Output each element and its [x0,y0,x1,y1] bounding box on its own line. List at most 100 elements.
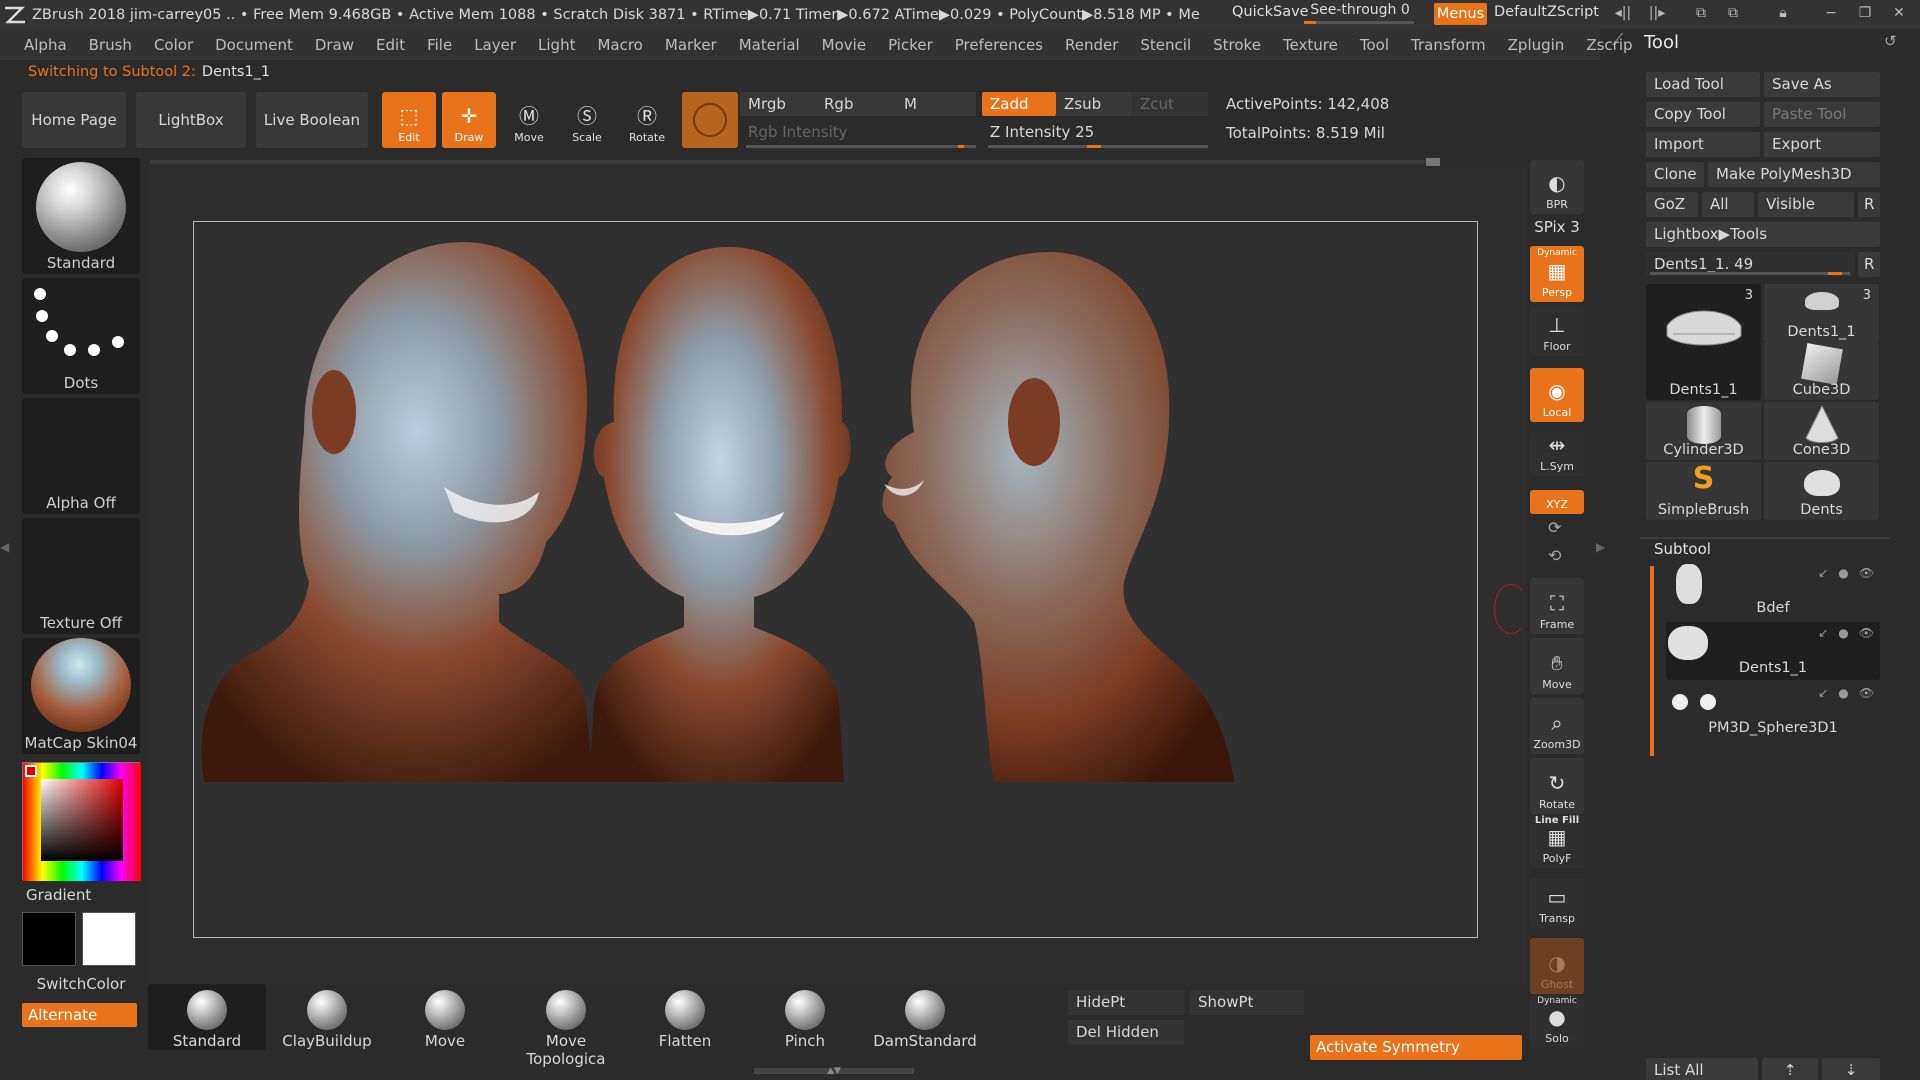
tool-pin-icon[interactable]: ⟋ [1612,30,1623,50]
home-page-button[interactable]: Home Page [22,92,126,148]
activate-symmetry-button[interactable]: Activate Symmetry [1310,1035,1522,1060]
del-hidden-button[interactable]: Del Hidden [1068,1020,1184,1045]
shelf-scroll-handle[interactable]: ▲▼ [754,1067,914,1076]
move-mode-button[interactable]: Ⓜ Move [502,92,556,148]
load-tool-button[interactable]: Load Tool [1646,72,1760,97]
subtool-title[interactable]: Subtool [1654,540,1711,558]
zadd-button[interactable]: Zadd [982,92,1056,116]
mrgb-button[interactable]: Mrgb [740,92,816,116]
menu-transform[interactable]: Transform [1411,36,1486,54]
live-boolean-button[interactable]: Live Boolean [256,92,368,148]
brush-move-topological[interactable]: Move Topologica [506,984,626,1068]
close-icon[interactable]: ✕ [1888,5,1910,23]
rotate-z-axis-icon[interactable]: ⟲ [1548,546,1561,565]
saturation-square[interactable] [41,779,123,861]
rgb-intensity-track[interactable] [746,145,976,148]
brush-move[interactable]: Move [386,984,504,1050]
ghost-button[interactable]: ◑ Ghost [1530,938,1584,994]
subtool-row-dents1-1[interactable]: ↙ ● 👁︎ Dents1_1 [1666,622,1880,680]
brush-damstandard[interactable]: DamStandard [866,984,984,1050]
export-button[interactable]: Export [1764,132,1880,157]
move-up-icon[interactable]: ⇡ [1762,1058,1818,1080]
m-button[interactable]: M [896,92,976,116]
scale-mode-button[interactable]: Ⓢ Scale [560,92,614,148]
hidept-button[interactable]: HidePt [1068,990,1184,1015]
persp-button[interactable]: Dynamic ▦ Persp [1530,246,1584,302]
subtool-arrow-icon[interactable]: ↙ [1818,686,1828,700]
tool-thumb-cylinder3d[interactable]: Cylinder3D [1646,402,1761,460]
menu-stroke[interactable]: Stroke [1213,36,1261,54]
brush-claybuildup[interactable]: ClayBuildup [268,984,386,1050]
rgb-intensity-slider[interactable]: Rgb Intensity [740,120,976,144]
rotate-mode-button[interactable]: Ⓡ Rotate [620,92,674,148]
menu-stencil[interactable]: Stencil [1140,36,1191,54]
goz-button[interactable]: GoZ [1646,192,1698,217]
lsym-button[interactable]: ⇹ L.Sym [1530,432,1584,476]
tool-thumb-dents1-1-small[interactable]: 3 Dents1_1 [1764,284,1879,342]
floor-button[interactable]: ⊥ Floor [1530,306,1584,356]
tool-thumb-simplebrush[interactable]: S SimpleBrush [1646,462,1761,520]
menu-preferences[interactable]: Preferences [955,36,1043,54]
visibility-eye-icon[interactable]: 👁︎ [1859,626,1874,640]
tool-thumb-dents[interactable]: Dents [1764,462,1879,520]
edit-mode-button[interactable]: ⬚ Edit [382,92,436,148]
rotate-view-button[interactable]: ↻ Rotate [1530,758,1584,814]
lightbox-tools-button[interactable]: Lightbox▶Tools [1646,222,1880,247]
menus-toggle-button[interactable]: Menus [1434,3,1487,25]
goz-visible-button[interactable]: Visible [1758,192,1854,217]
restore-layout-icon[interactable]: ⧉ [1690,5,1712,23]
make-polymesh-button[interactable]: Make PolyMesh3D [1708,162,1880,187]
material-selector[interactable]: MatCap Skin04 [22,638,140,754]
xyz-button[interactable]: XYZ [1530,490,1584,514]
menu-texture[interactable]: Texture [1283,36,1338,54]
subtool-arrow-icon[interactable]: ↙ [1818,566,1828,580]
subtool-row-bdef[interactable]: ↙ ● 👁︎ Bdef [1666,562,1880,620]
solo-button[interactable]: Dynamic ● Solo [1530,996,1584,1048]
lock-icon[interactable]: 🔒︎ [1772,5,1794,23]
zsub-button[interactable]: Zsub [1056,92,1132,116]
see-through-slider[interactable]: See-through 0 [1300,2,1420,26]
menu-alpha[interactable]: Alpha [24,36,67,54]
lightbox-button[interactable]: LightBox [136,92,246,148]
toggle-icon[interactable]: ● [1838,566,1848,580]
color-picker[interactable] [22,762,141,881]
menu-brush[interactable]: Brush [89,36,132,54]
current-tool-r-button[interactable]: R [1858,252,1880,277]
brush-standard[interactable]: Standard [148,984,266,1050]
polyf-button[interactable]: Line Fill ▦ PolyF [1530,815,1584,868]
subtool-scrollbar[interactable] [1650,566,1654,756]
canvas-top-scroll[interactable] [150,160,1440,164]
menu-zplugin[interactable]: Zplugin [1508,36,1565,54]
primary-color-swatch[interactable] [22,912,76,966]
stroke-selector[interactable]: Dots [22,278,140,394]
z-intensity-slider[interactable]: Z Intensity 25 [982,120,1208,144]
menu-render[interactable]: Render [1065,36,1118,54]
current-tool-slider[interactable]: Dents1_1. 49 [1646,252,1854,277]
move-view-button[interactable]: ✋︎ Move [1530,638,1584,694]
showpt-button[interactable]: ShowPt [1190,990,1304,1015]
secondary-color-swatch[interactable] [82,912,136,966]
menu-draw[interactable]: Draw [315,36,354,54]
toggle-icon[interactable]: ● [1838,686,1848,700]
panel-reset-icon[interactable]: ↺ [1884,32,1897,50]
tool-thumb-cone3d[interactable]: Cone3D [1764,402,1879,460]
visibility-eye-icon[interactable]: 👁︎ [1859,566,1874,580]
list-all-button[interactable]: List All [1646,1058,1758,1080]
menu-document[interactable]: Document [215,36,293,54]
color-mode-button[interactable] [682,92,738,148]
right-tray-toggle-icon[interactable]: ▶ [1596,540,1606,564]
menu-macro[interactable]: Macro [597,36,642,54]
copy-tool-button[interactable]: Copy Tool [1646,102,1760,127]
default-zscript-button[interactable]: DefaultZScript [1494,4,1599,20]
brush-flatten[interactable]: Flatten [626,984,744,1050]
goz-r-button[interactable]: R [1858,192,1880,217]
rgb-button[interactable]: Rgb [816,92,896,116]
brush-pinch[interactable]: Pinch [746,984,864,1050]
menu-light[interactable]: Light [538,36,575,54]
move-down-icon[interactable]: ⇣ [1822,1058,1880,1080]
menu-tool[interactable]: Tool [1360,36,1389,54]
draw-mode-button[interactable]: ✛ Draw [442,92,496,148]
frame-button[interactable]: ⛶ Frame [1530,578,1584,634]
menu-edit[interactable]: Edit [376,36,405,54]
import-button[interactable]: Import [1646,132,1760,157]
